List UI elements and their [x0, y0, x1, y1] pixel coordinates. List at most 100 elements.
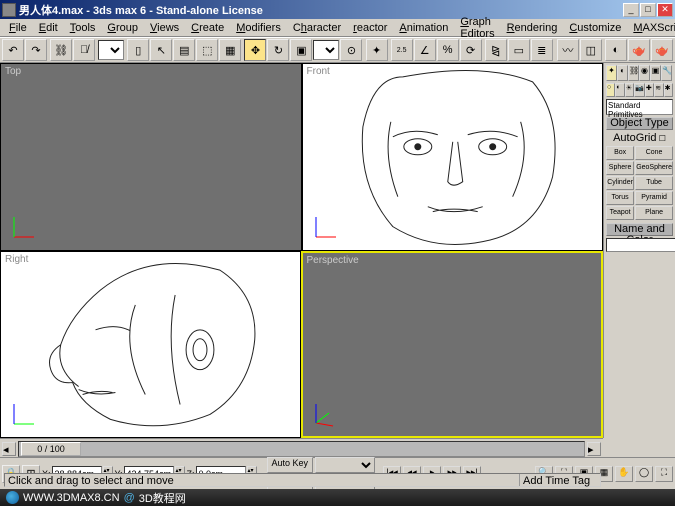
- window-title: 男人体4.max - 3ds max 6 - Stand-alone Licen…: [19, 2, 623, 18]
- create-tube-button[interactable]: Tube: [635, 176, 673, 190]
- motion-tab[interactable]: ◉: [639, 65, 650, 81]
- menu-reactor[interactable]: reactor: [348, 21, 392, 35]
- viewport-label: Perspective: [307, 255, 359, 266]
- align-button[interactable]: ▭: [508, 39, 530, 61]
- spacewarps-subtab[interactable]: ≋: [654, 83, 663, 97]
- pan-button[interactable]: ✋: [615, 466, 633, 482]
- select-region-button[interactable]: ⬚: [196, 39, 218, 61]
- timeline-end-button[interactable]: ▸: [587, 442, 601, 456]
- main-toolbar: ↶ ↷ ⛓ ⛓̸ All ▯ ↖ ▤ ⬚ ▦ ✥ ↻ ▣ View ⊙ ✦ 2.…: [0, 37, 675, 63]
- select-by-name-button[interactable]: ▤: [173, 39, 195, 61]
- geometry-subtab[interactable]: ○: [606, 83, 615, 97]
- create-box-button[interactable]: Box: [606, 146, 634, 160]
- snap-toggle-button[interactable]: 2.5: [391, 39, 413, 61]
- watermark-site: 3D教程网: [139, 490, 186, 506]
- menu-file[interactable]: File: [4, 21, 32, 35]
- create-torus-button[interactable]: Torus: [606, 191, 634, 205]
- select-button[interactable]: ▯: [127, 39, 149, 61]
- menu-graph editors[interactable]: Graph Editors: [455, 15, 499, 41]
- create-cylinder-button[interactable]: Cylinder: [606, 176, 634, 190]
- add-time-tag-button[interactable]: Add Time Tag: [520, 474, 600, 486]
- viewport-front[interactable]: Front: [302, 63, 604, 251]
- menu-tools[interactable]: Tools: [65, 21, 101, 35]
- viewport-perspective[interactable]: Perspective: [301, 251, 604, 439]
- maximize-button[interactable]: □: [640, 3, 656, 17]
- viewport-label: Right: [5, 254, 28, 265]
- menu-edit[interactable]: Edit: [34, 21, 63, 35]
- select-arrow-button[interactable]: ↖: [150, 39, 172, 61]
- menu-create[interactable]: Create: [186, 21, 229, 35]
- close-button[interactable]: ✕: [657, 3, 673, 17]
- menubar: FileEditToolsGroupViewsCreateModifiersCh…: [0, 19, 675, 37]
- hierarchy-tab[interactable]: ⛓: [628, 65, 639, 81]
- menu-customize[interactable]: Customize: [564, 21, 626, 35]
- move-button[interactable]: ✥: [244, 39, 266, 61]
- create-teapot-button[interactable]: Teapot: [606, 206, 634, 220]
- spinner-snap-button[interactable]: ⟳: [460, 39, 482, 61]
- quick-render-button[interactable]: 🫖: [651, 39, 673, 61]
- viewport-right[interactable]: Right: [0, 251, 301, 439]
- ref-coord-dropdown[interactable]: View: [313, 40, 339, 60]
- menu-character[interactable]: Character: [288, 21, 346, 35]
- utilities-tab[interactable]: 🔧: [661, 65, 672, 81]
- mirror-button[interactable]: ⧎: [485, 39, 507, 61]
- layers-button[interactable]: ≣: [531, 39, 553, 61]
- menu-maxscript[interactable]: MAXScript: [628, 21, 675, 35]
- object-name-input[interactable]: [606, 238, 675, 252]
- minimize-button[interactable]: _: [623, 3, 639, 17]
- create-plane-button[interactable]: Plane: [635, 206, 673, 220]
- shapes-subtab[interactable]: ◐: [615, 83, 624, 97]
- percent-snap-button[interactable]: %: [437, 39, 459, 61]
- autogrid-checkbox[interactable]: AutoGrid ☐: [606, 132, 673, 144]
- create-pyramid-button[interactable]: Pyramid: [635, 191, 673, 205]
- material-editor-button[interactable]: ◐: [605, 39, 627, 61]
- time-slider[interactable]: 0 / 100: [18, 441, 585, 457]
- menu-group[interactable]: Group: [102, 21, 143, 35]
- rotate-button[interactable]: ↻: [267, 39, 289, 61]
- right-view-drawing: [1, 252, 300, 438]
- menu-animation[interactable]: Animation: [394, 21, 453, 35]
- app-icon: [2, 3, 16, 17]
- object-type-rollout[interactable]: Object Type: [606, 117, 673, 130]
- pivot-button[interactable]: ⊙: [340, 39, 362, 61]
- menu-modifiers[interactable]: Modifiers: [231, 21, 286, 35]
- create-cone-button[interactable]: Cone: [635, 146, 673, 160]
- redo-button[interactable]: ↷: [25, 39, 47, 61]
- schematic-button[interactable]: ◫: [580, 39, 602, 61]
- undo-button[interactable]: ↶: [2, 39, 24, 61]
- angle-snap-button[interactable]: ∠: [414, 39, 436, 61]
- front-view-drawing: [303, 64, 603, 250]
- create-tab[interactable]: ✦: [606, 65, 617, 81]
- modify-tab[interactable]: ◐: [617, 65, 628, 81]
- selection-filter-dropdown[interactable]: All: [98, 40, 124, 60]
- watermark-at: @: [124, 492, 135, 504]
- cameras-subtab[interactable]: 📷: [634, 83, 645, 97]
- unlink-button[interactable]: ⛓̸: [73, 39, 95, 61]
- manipulate-button[interactable]: ✦: [366, 39, 388, 61]
- auto-key-button[interactable]: Auto Key: [267, 457, 314, 473]
- systems-subtab[interactable]: ✱: [664, 83, 673, 97]
- titlebar: 男人体4.max - 3ds max 6 - Stand-alone Licen…: [0, 0, 675, 19]
- key-mode-dropdown[interactable]: Selected: [315, 457, 375, 473]
- time-slider-thumb[interactable]: 0 / 100: [21, 442, 81, 456]
- helpers-subtab[interactable]: ✚: [645, 83, 654, 97]
- arc-rotate-button[interactable]: ◯: [635, 466, 653, 482]
- axis-gizmo-icon: [311, 398, 341, 428]
- scale-button[interactable]: ▣: [290, 39, 312, 61]
- curve-editor-button[interactable]: 〰: [557, 39, 579, 61]
- lights-subtab[interactable]: ☀: [625, 83, 634, 97]
- timeline-toggle-button[interactable]: ◂: [2, 442, 16, 456]
- link-button[interactable]: ⛓: [50, 39, 72, 61]
- create-sphere-button[interactable]: Sphere: [606, 161, 634, 175]
- display-tab[interactable]: ▣: [650, 65, 661, 81]
- name-color-rollout[interactable]: Name and Color: [606, 223, 673, 236]
- viewport-top[interactable]: Top: [0, 63, 302, 251]
- window-crossing-button[interactable]: ▦: [219, 39, 241, 61]
- render-scene-button[interactable]: 🫖: [628, 39, 650, 61]
- maximize-viewport-button[interactable]: ⛶: [655, 466, 673, 482]
- time-slider-bar: ◂ 0 / 100 ▸: [0, 438, 603, 458]
- menu-views[interactable]: Views: [145, 21, 184, 35]
- category-dropdown[interactable]: Standard Primitives: [606, 99, 673, 115]
- menu-rendering[interactable]: Rendering: [502, 21, 563, 35]
- create-geosphere-button[interactable]: GeoSphere: [635, 161, 673, 175]
